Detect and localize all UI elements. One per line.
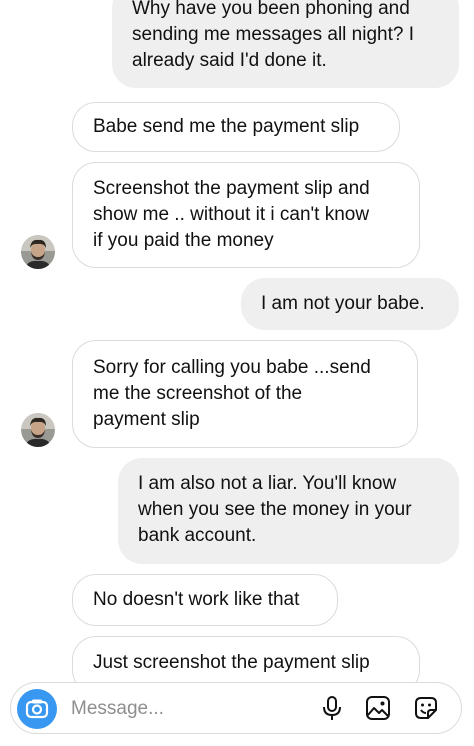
message-text-line: Just screenshot the payment slip	[93, 652, 370, 673]
sticker-icon[interactable]	[411, 693, 441, 723]
camera-icon	[25, 699, 49, 719]
message-text-line: No doesn't work like that	[93, 589, 300, 610]
message-text-line: payment slip	[93, 409, 200, 430]
received-message-bubble[interactable]: Screenshot the payment slip and show me …	[72, 162, 420, 268]
sent-message-bubble[interactable]: I am not your babe.	[241, 278, 459, 330]
message-text-line: already said I'd done it.	[132, 50, 327, 71]
camera-button[interactable]	[17, 689, 57, 729]
message-text-line: bank account.	[138, 525, 257, 546]
message-text-line: Babe send me the payment slip	[93, 116, 360, 137]
sent-message-bubble[interactable]: I am also not a liar. You'll know when y…	[118, 458, 459, 564]
message-text-line: when you see the money in your	[138, 499, 412, 520]
sender-avatar[interactable]	[21, 413, 55, 447]
profile-photo-icon	[21, 413, 55, 447]
message-text-line: I am not your babe.	[261, 293, 425, 314]
message-text-line: show me .. without it i can't know	[93, 204, 370, 225]
message-text-line: I am also not a liar. You'll know	[138, 473, 397, 494]
message-input[interactable]: Message...	[71, 696, 164, 722]
received-message-bubble[interactable]: No doesn't work like that	[72, 574, 338, 626]
message-text-line: Sorry for calling you babe ...send	[93, 357, 371, 378]
microphone-icon[interactable]	[317, 693, 347, 723]
message-text-line: Screenshot the payment slip and	[93, 178, 370, 199]
message-text-line: if you paid the money	[93, 230, 274, 251]
received-message-bubble[interactable]: Babe send me the payment slip	[72, 102, 400, 152]
received-message-bubble[interactable]: Sorry for calling you babe ...send me th…	[72, 340, 418, 448]
gallery-icon[interactable]	[363, 693, 393, 723]
message-text-line: Why have you been phoning and	[132, 0, 410, 19]
sent-message-bubble[interactable]: Why have you been phoning and sending me…	[112, 0, 459, 88]
message-text-line: sending me messages all night? I	[132, 24, 414, 45]
message-text-line: me the screenshot of the	[93, 383, 303, 404]
sender-avatar[interactable]	[21, 235, 55, 269]
message-composer[interactable]: Message...	[10, 682, 462, 734]
profile-photo-icon	[21, 235, 55, 269]
